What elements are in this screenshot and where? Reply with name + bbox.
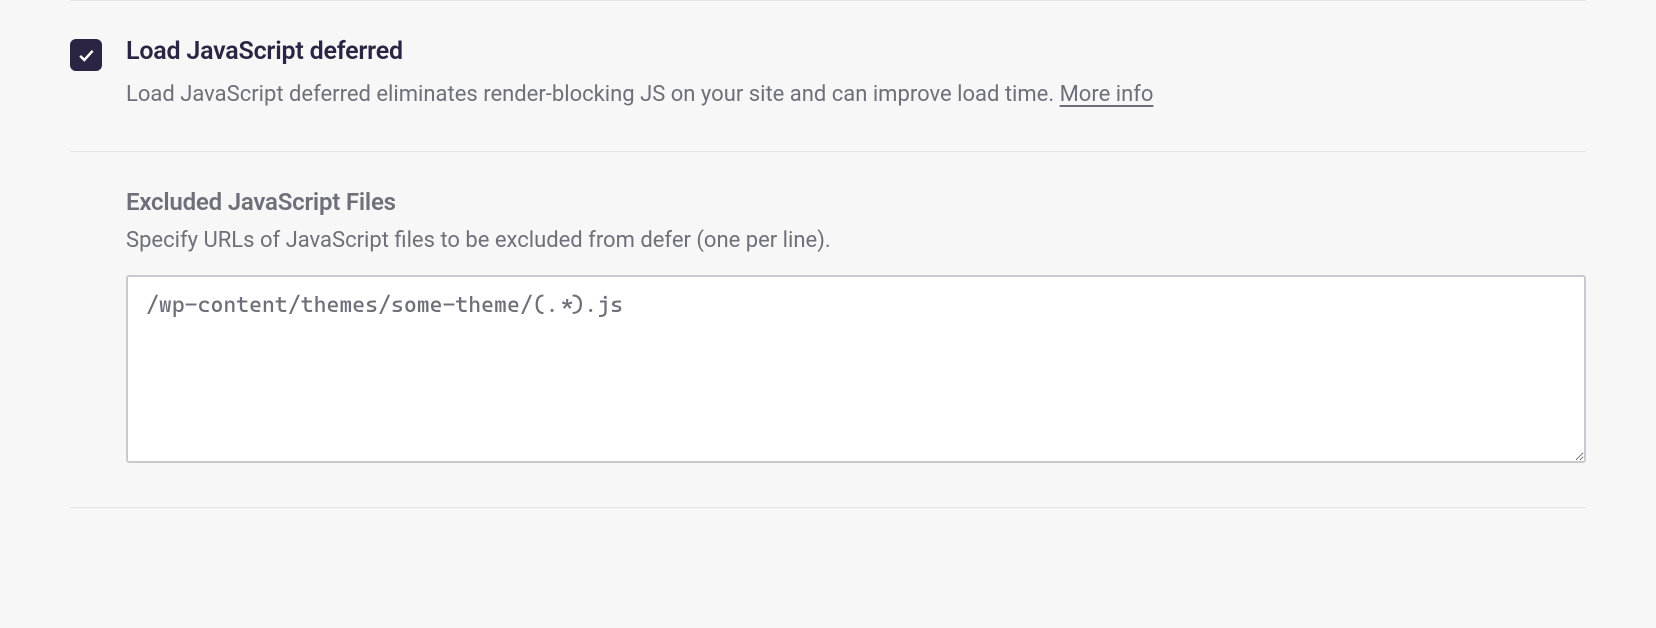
checkmark-icon (76, 45, 96, 65)
settings-panel: Load JavaScript deferred Load JavaScript… (40, 0, 1616, 508)
excluded-js-section: Excluded JavaScript Files Specify URLs o… (70, 151, 1586, 508)
defer-js-checkbox[interactable] (70, 39, 102, 71)
excluded-js-subsection: Excluded JavaScript Files Specify URLs o… (70, 188, 1586, 467)
defer-js-description: Load JavaScript deferred eliminates rend… (126, 78, 1586, 111)
defer-js-option-row: Load JavaScript deferred Load JavaScript… (70, 37, 1586, 111)
defer-js-content: Load JavaScript deferred Load JavaScript… (126, 37, 1586, 111)
defer-js-description-text: Load JavaScript deferred eliminates rend… (126, 82, 1060, 107)
more-info-link[interactable]: More info (1060, 82, 1154, 107)
excluded-js-description: Specify URLs of JavaScript files to be e… (126, 228, 1586, 253)
defer-js-title: Load JavaScript deferred (126, 37, 1586, 66)
excluded-js-title: Excluded JavaScript Files (126, 188, 1586, 216)
excluded-js-textarea[interactable] (126, 275, 1586, 463)
defer-js-section: Load JavaScript deferred Load JavaScript… (70, 0, 1586, 151)
